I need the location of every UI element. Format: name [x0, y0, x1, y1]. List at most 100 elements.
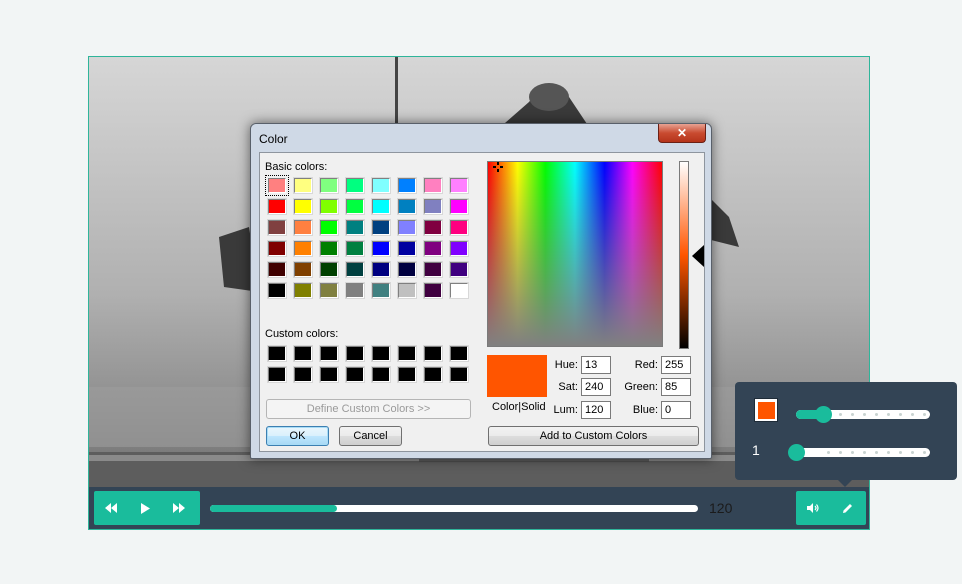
basic-color-swatch[interactable] — [449, 282, 469, 299]
current-color-fill — [757, 401, 775, 419]
custom-color-swatch[interactable] — [449, 345, 469, 362]
size-value: 1 — [752, 442, 760, 458]
basic-color-swatch[interactable] — [293, 177, 313, 194]
basic-color-swatch[interactable] — [423, 240, 443, 257]
custom-color-swatch[interactable] — [345, 345, 365, 362]
basic-color-swatch[interactable] — [319, 240, 339, 257]
basic-color-swatch[interactable] — [345, 177, 365, 194]
custom-color-swatch[interactable] — [397, 366, 417, 383]
basic-color-swatch[interactable] — [449, 261, 469, 278]
size-slider-thumb[interactable] — [788, 444, 805, 461]
basic-color-swatch[interactable] — [423, 261, 443, 278]
basic-color-swatch[interactable] — [345, 282, 365, 299]
basic-color-swatch[interactable] — [449, 240, 469, 257]
basic-color-swatch[interactable] — [319, 219, 339, 236]
custom-color-swatch[interactable] — [371, 366, 391, 383]
basic-colors-grid — [265, 175, 469, 299]
basic-color-swatch[interactable] — [371, 198, 391, 215]
rewind-icon — [105, 503, 117, 513]
blue-label: Blue: — [632, 404, 658, 416]
basic-color-swatch[interactable] — [293, 219, 313, 236]
custom-color-swatch[interactable] — [267, 345, 287, 362]
green-field[interactable] — [661, 378, 691, 396]
basic-color-swatch[interactable] — [397, 198, 417, 215]
basic-color-swatch[interactable] — [345, 261, 365, 278]
basic-color-swatch[interactable] — [423, 198, 443, 215]
basic-color-swatch[interactable] — [267, 198, 287, 215]
basic-color-swatch[interactable] — [423, 219, 443, 236]
basic-color-swatch[interactable] — [449, 219, 469, 236]
panel-pointer — [838, 480, 852, 487]
custom-color-swatch[interactable] — [293, 366, 313, 383]
custom-color-swatch[interactable] — [319, 345, 339, 362]
luminosity-bar[interactable] — [679, 161, 689, 349]
basic-color-swatch[interactable] — [319, 177, 339, 194]
custom-color-swatch[interactable] — [449, 366, 469, 383]
close-icon: ✕ — [676, 126, 688, 140]
color-spectrum[interactable] — [487, 161, 663, 347]
basic-color-swatch[interactable] — [293, 240, 313, 257]
basic-color-swatch[interactable] — [319, 198, 339, 215]
draw-button[interactable] — [830, 491, 864, 525]
transport-controls — [94, 491, 200, 525]
basic-color-swatch[interactable] — [267, 282, 287, 299]
control-bar: 120 — [89, 487, 869, 529]
define-custom-colors-button[interactable]: Define Custom Colors >> — [266, 399, 471, 419]
custom-color-swatch[interactable] — [423, 366, 443, 383]
ok-button[interactable]: OK — [266, 426, 329, 446]
basic-color-swatch[interactable] — [345, 240, 365, 257]
custom-color-swatch[interactable] — [397, 345, 417, 362]
current-color-swatch[interactable] — [754, 398, 778, 422]
basic-color-swatch[interactable] — [293, 282, 313, 299]
cancel-button[interactable]: Cancel — [339, 426, 402, 446]
basic-color-swatch[interactable] — [293, 198, 313, 215]
volume-button[interactable] — [796, 491, 830, 525]
custom-color-swatch[interactable] — [319, 366, 339, 383]
custom-color-swatch[interactable] — [267, 366, 287, 383]
basic-color-swatch[interactable] — [397, 240, 417, 257]
lum-field[interactable] — [581, 401, 611, 419]
custom-color-swatch[interactable] — [345, 366, 365, 383]
custom-color-swatch[interactable] — [371, 345, 391, 362]
basic-color-swatch[interactable] — [345, 198, 365, 215]
basic-color-swatch[interactable] — [371, 177, 391, 194]
fast-forward-button[interactable] — [162, 491, 196, 525]
basic-color-swatch[interactable] — [267, 219, 287, 236]
play-button[interactable] — [128, 491, 162, 525]
basic-color-swatch[interactable] — [397, 282, 417, 299]
basic-color-swatch[interactable] — [293, 261, 313, 278]
close-button[interactable]: ✕ — [658, 124, 706, 143]
add-to-custom-colors-button[interactable]: Add to Custom Colors — [488, 426, 699, 446]
custom-color-swatch[interactable] — [293, 345, 313, 362]
basic-color-swatch[interactable] — [371, 219, 391, 236]
basic-color-swatch[interactable] — [371, 240, 391, 257]
blue-field[interactable] — [661, 401, 691, 419]
crosshair-icon — [493, 162, 503, 172]
basic-color-swatch[interactable] — [397, 177, 417, 194]
basic-color-swatch[interactable] — [267, 240, 287, 257]
basic-color-swatch[interactable] — [345, 219, 365, 236]
basic-color-swatch[interactable] — [397, 219, 417, 236]
custom-color-swatch[interactable] — [423, 345, 443, 362]
dialog-body: Basic colors: Custom colors: Define Cust… — [259, 152, 705, 452]
red-field[interactable] — [661, 356, 691, 374]
size-slider[interactable] — [788, 444, 930, 461]
basic-color-swatch[interactable] — [319, 282, 339, 299]
opacity-slider[interactable] — [796, 406, 930, 423]
basic-color-swatch[interactable] — [371, 282, 391, 299]
basic-color-swatch[interactable] — [371, 261, 391, 278]
hue-field[interactable] — [581, 356, 611, 374]
opacity-slider-thumb[interactable] — [814, 406, 832, 423]
basic-color-swatch[interactable] — [423, 177, 443, 194]
basic-color-swatch[interactable] — [423, 282, 443, 299]
basic-color-swatch[interactable] — [449, 198, 469, 215]
basic-color-swatch[interactable] — [267, 261, 287, 278]
basic-color-swatch[interactable] — [449, 177, 469, 194]
basic-color-swatch[interactable] — [319, 261, 339, 278]
rewind-button[interactable] — [94, 491, 128, 525]
sat-field[interactable] — [581, 378, 611, 396]
luminosity-arrow-icon[interactable] — [692, 245, 704, 267]
basic-color-swatch[interactable] — [397, 261, 417, 278]
seek-bar[interactable] — [210, 505, 698, 512]
basic-color-swatch[interactable] — [265, 175, 289, 196]
